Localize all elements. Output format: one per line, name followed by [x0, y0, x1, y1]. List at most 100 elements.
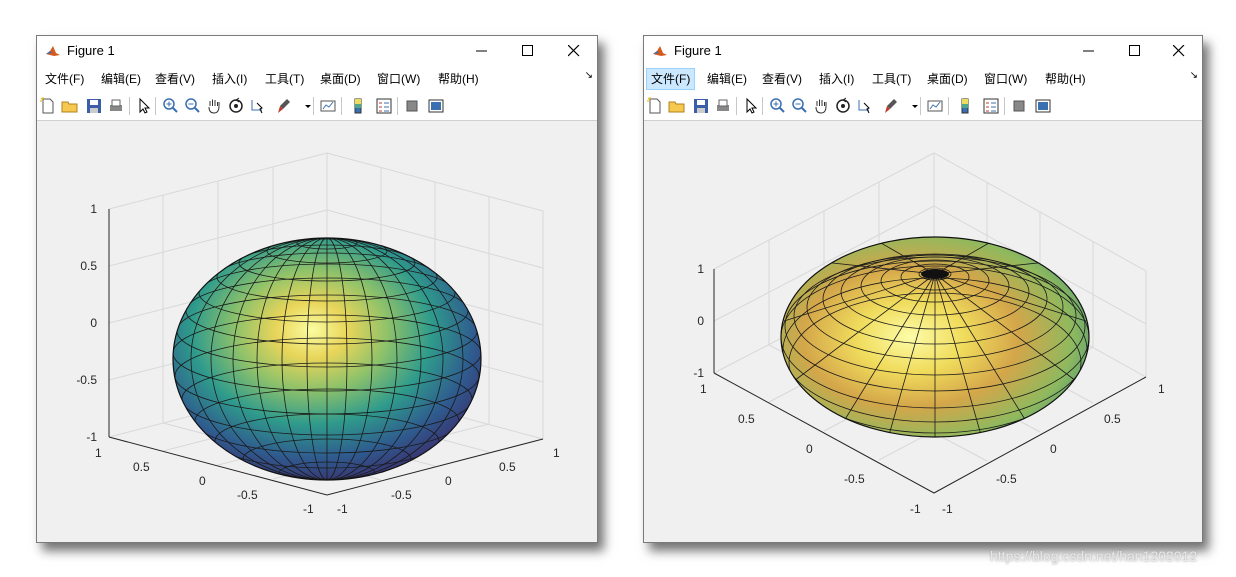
- x-tick-label: 0.5: [738, 412, 755, 426]
- z-tick-label: 0: [697, 314, 704, 328]
- y-tick-label: 0.5: [1104, 412, 1121, 426]
- menu-file[interactable]: 文件(F): [41, 69, 88, 89]
- data-cursor-icon[interactable]: [856, 97, 874, 115]
- link-plot-icon[interactable]: [319, 97, 337, 115]
- minimize-icon: [1083, 50, 1094, 52]
- minimize-icon: [476, 50, 487, 52]
- axes-3d[interactable]: 1 0 -1 1 0.5 0 -0.5 -1 -1 -0.5 0 0.5 1: [644, 121, 1202, 542]
- open-folder-icon[interactable]: [61, 97, 79, 115]
- show-plot-tools-icon[interactable]: [1034, 97, 1052, 115]
- legend-icon[interactable]: [982, 97, 1000, 115]
- print-icon[interactable]: [714, 97, 732, 115]
- new-file-icon[interactable]: [39, 97, 57, 115]
- z-tick-label: -1: [693, 366, 704, 380]
- hide-plot-tools-icon[interactable]: [403, 97, 421, 115]
- colorbar-icon[interactable]: [349, 97, 367, 115]
- save-icon[interactable]: [692, 97, 710, 115]
- toolbar-separator: [313, 97, 314, 115]
- x-tick-label: -1: [303, 502, 314, 516]
- menu-tools[interactable]: 工具(T): [868, 69, 915, 89]
- axes-3d[interactable]: 1 0.5 0 -0.5 -1 1 0.5 0 -0.5 -1 -1 -0.5 …: [37, 121, 597, 542]
- pointer-icon[interactable]: [135, 97, 153, 115]
- menu-desktop[interactable]: 桌面(D): [316, 69, 365, 89]
- menu-file[interactable]: 文件(F): [646, 68, 696, 90]
- close-icon: [1173, 45, 1185, 57]
- menu-view[interactable]: 查看(V): [151, 69, 199, 89]
- watermark: https://blog.csdn.net/han1202012: [990, 548, 1198, 564]
- y-tick-label: -1: [942, 502, 953, 516]
- menu-help[interactable]: 帮助(H): [434, 69, 483, 89]
- maximize-button[interactable]: [505, 36, 551, 66]
- dock-arrow-icon[interactable]: ↘: [1190, 70, 1198, 81]
- dropdown-arrow-icon[interactable]: [299, 97, 311, 115]
- minimize-button[interactable]: [459, 36, 505, 66]
- toolbar-separator: [397, 97, 398, 115]
- brush-icon[interactable]: [275, 97, 293, 115]
- figure-window-right: Figure 1 文件(F) 编辑(E) 查看(V) 插入(I) 工具(T) 桌…: [643, 35, 1203, 543]
- maximize-button[interactable]: [1112, 36, 1158, 66]
- rotate-3d-icon[interactable]: [227, 97, 245, 115]
- close-icon: [568, 45, 580, 57]
- data-cursor-icon[interactable]: [249, 97, 267, 115]
- menu-insert[interactable]: 插入(I): [208, 69, 251, 89]
- show-plot-tools-icon[interactable]: [427, 97, 445, 115]
- pan-hand-icon[interactable]: [205, 97, 223, 115]
- x-tick-label: -1: [910, 502, 921, 516]
- title-bar[interactable]: Figure 1: [644, 36, 1202, 66]
- menu-edit[interactable]: 编辑(E): [97, 69, 145, 89]
- toolbar-separator: [762, 97, 763, 115]
- print-icon[interactable]: [107, 97, 125, 115]
- zoom-in-icon[interactable]: [161, 97, 179, 115]
- dropdown-arrow-icon[interactable]: [906, 97, 918, 115]
- menu-bar: 文件(F) 编辑(E) 查看(V) 插入(I) 工具(T) 桌面(D) 窗口(W…: [37, 66, 597, 92]
- menu-edit[interactable]: 编辑(E): [703, 69, 751, 89]
- close-button[interactable]: [1156, 36, 1202, 66]
- toolbar-separator: [341, 97, 342, 115]
- z-tick-labels: 1 0.5 0 -0.5 -1: [76, 202, 97, 444]
- x-tick-label: 1: [95, 446, 102, 460]
- toolbar-separator: [155, 97, 156, 115]
- y-tick-label: 0: [1050, 442, 1057, 456]
- pointer-icon[interactable]: [742, 97, 760, 115]
- z-tick-label: 1: [90, 202, 97, 216]
- menu-desktop[interactable]: 桌面(D): [923, 69, 972, 89]
- hide-plot-tools-icon[interactable]: [1010, 97, 1028, 115]
- link-plot-icon[interactable]: [926, 97, 944, 115]
- maximize-icon: [522, 45, 533, 56]
- y-tick-label: 1: [1158, 382, 1165, 396]
- menu-window[interactable]: 窗口(W): [980, 69, 1031, 89]
- zoom-in-icon[interactable]: [768, 97, 786, 115]
- save-icon[interactable]: [85, 97, 103, 115]
- title-bar[interactable]: Figure 1: [37, 36, 597, 66]
- menu-window[interactable]: 窗口(W): [373, 69, 424, 89]
- rotate-3d-icon[interactable]: [834, 97, 852, 115]
- toolbar-separator: [920, 97, 921, 115]
- figure-toolbar: [644, 92, 1202, 121]
- menu-help[interactable]: 帮助(H): [1041, 69, 1090, 89]
- menu-tools[interactable]: 工具(T): [261, 69, 308, 89]
- dock-arrow-icon[interactable]: ↘: [585, 70, 593, 81]
- legend-icon[interactable]: [375, 97, 393, 115]
- pole-marker: [921, 269, 949, 279]
- z-tick-label: 0: [90, 316, 97, 330]
- plot-area[interactable]: 1 0 -1 1 0.5 0 -0.5 -1 -1 -0.5 0 0.5 1: [644, 121, 1202, 542]
- z-tick-labels: 1 0 -1: [693, 262, 704, 380]
- zoom-out-icon[interactable]: [790, 97, 808, 115]
- minimize-button[interactable]: [1066, 36, 1112, 66]
- brush-icon[interactable]: [882, 97, 900, 115]
- new-file-icon[interactable]: [646, 97, 664, 115]
- matlab-icon: [45, 43, 61, 59]
- plot-area[interactable]: 1 0.5 0 -0.5 -1 1 0.5 0 -0.5 -1 -1 -0.5 …: [37, 121, 597, 542]
- toolbar-separator: [948, 97, 949, 115]
- menu-view[interactable]: 查看(V): [758, 69, 806, 89]
- y-tick-label: -0.5: [996, 472, 1017, 486]
- figure-toolbar: [37, 92, 597, 121]
- maximize-icon: [1129, 45, 1140, 56]
- pan-hand-icon[interactable]: [812, 97, 830, 115]
- close-button[interactable]: [551, 36, 597, 66]
- zoom-out-icon[interactable]: [183, 97, 201, 115]
- open-folder-icon[interactable]: [668, 97, 686, 115]
- colorbar-icon[interactable]: [956, 97, 974, 115]
- y-tick-label: -0.5: [391, 488, 412, 502]
- menu-insert[interactable]: 插入(I): [815, 69, 858, 89]
